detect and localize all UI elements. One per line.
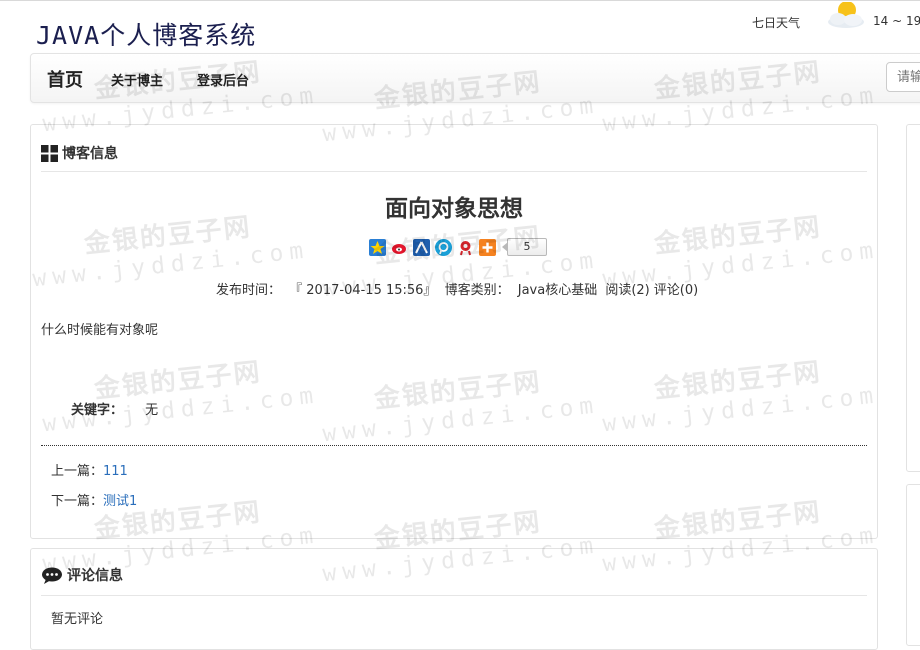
sidebar-panel	[906, 484, 920, 646]
divider	[41, 171, 867, 172]
top-border	[0, 0, 920, 6]
share-bar: 5	[369, 238, 547, 256]
dotted-divider	[41, 445, 867, 446]
share-tencent-icon[interactable]	[435, 238, 452, 256]
share-weibo-icon[interactable]	[391, 238, 408, 256]
blog-title: 面向对象思想	[385, 196, 523, 222]
publish-time: 『 2017-04-15 15:56』	[289, 283, 437, 298]
grid-icon	[41, 144, 58, 162]
share-count-badge: 5	[502, 238, 547, 256]
prev-post-row: 上一篇：111	[51, 460, 128, 479]
no-comment-text: 暂无评论	[51, 612, 104, 627]
blog-meta: 发布时间： 『 2017-04-15 15:56』 博客类别： Java核心基础…	[216, 279, 702, 298]
category-label: 博客类别：	[444, 283, 510, 298]
chat-bubble-icon	[42, 567, 62, 584]
keywords-row: 关键字： 无	[71, 399, 158, 418]
prev-post-label: 上一篇：	[51, 464, 104, 479]
comment-panel-title: 评论信息	[67, 568, 123, 584]
sun-cloud-icon	[828, 2, 864, 28]
divider	[41, 595, 867, 596]
read-count: 阅读(2)	[605, 283, 650, 298]
blog-content: 什么时候能有对象呢	[41, 323, 159, 338]
share-more-icon[interactable]	[479, 238, 496, 256]
weather-temperature: 14 ~ 19°C	[873, 14, 920, 28]
comment-panel: 评论信息 暂无评论	[30, 548, 878, 650]
category-value: Java核心基础	[517, 283, 598, 298]
weather-label[interactable]: 七日天气	[752, 14, 800, 31]
blog-panel-title: 博客信息	[62, 146, 118, 162]
nav-home-link[interactable]: 首页	[47, 66, 83, 92]
prev-post-link[interactable]: 111	[103, 464, 128, 479]
keywords-value: 无	[145, 403, 159, 418]
nav-bar: 首页 关于博主 登录后台	[30, 53, 920, 103]
next-post-row: 下一篇：测试1	[51, 490, 137, 509]
next-post-label: 下一篇：	[51, 494, 104, 509]
share-douban-icon[interactable]	[457, 238, 474, 256]
nav-login-link[interactable]: 登录后台	[197, 70, 249, 89]
keywords-label: 关键字：	[71, 403, 124, 418]
share-qzone-icon[interactable]	[369, 238, 386, 256]
nav-about-link[interactable]: 关于博主	[111, 70, 163, 89]
share-renren-icon[interactable]	[413, 238, 430, 256]
comment-count: 评论(0)	[653, 283, 699, 298]
search-input[interactable]	[886, 62, 920, 92]
comment-panel-header: 评论信息	[41, 565, 123, 585]
publish-label: 发布时间：	[216, 283, 282, 298]
site-logo[interactable]: JAVA个人博客系统	[36, 16, 256, 52]
blog-info-panel: 博客信息 面向对象思想 5 发布时间： 『 2017-04-15 15:56』 …	[30, 124, 878, 539]
next-post-link[interactable]: 测试1	[103, 494, 137, 509]
blog-panel-header: 博客信息	[41, 143, 118, 163]
sidebar-panel	[906, 124, 920, 472]
